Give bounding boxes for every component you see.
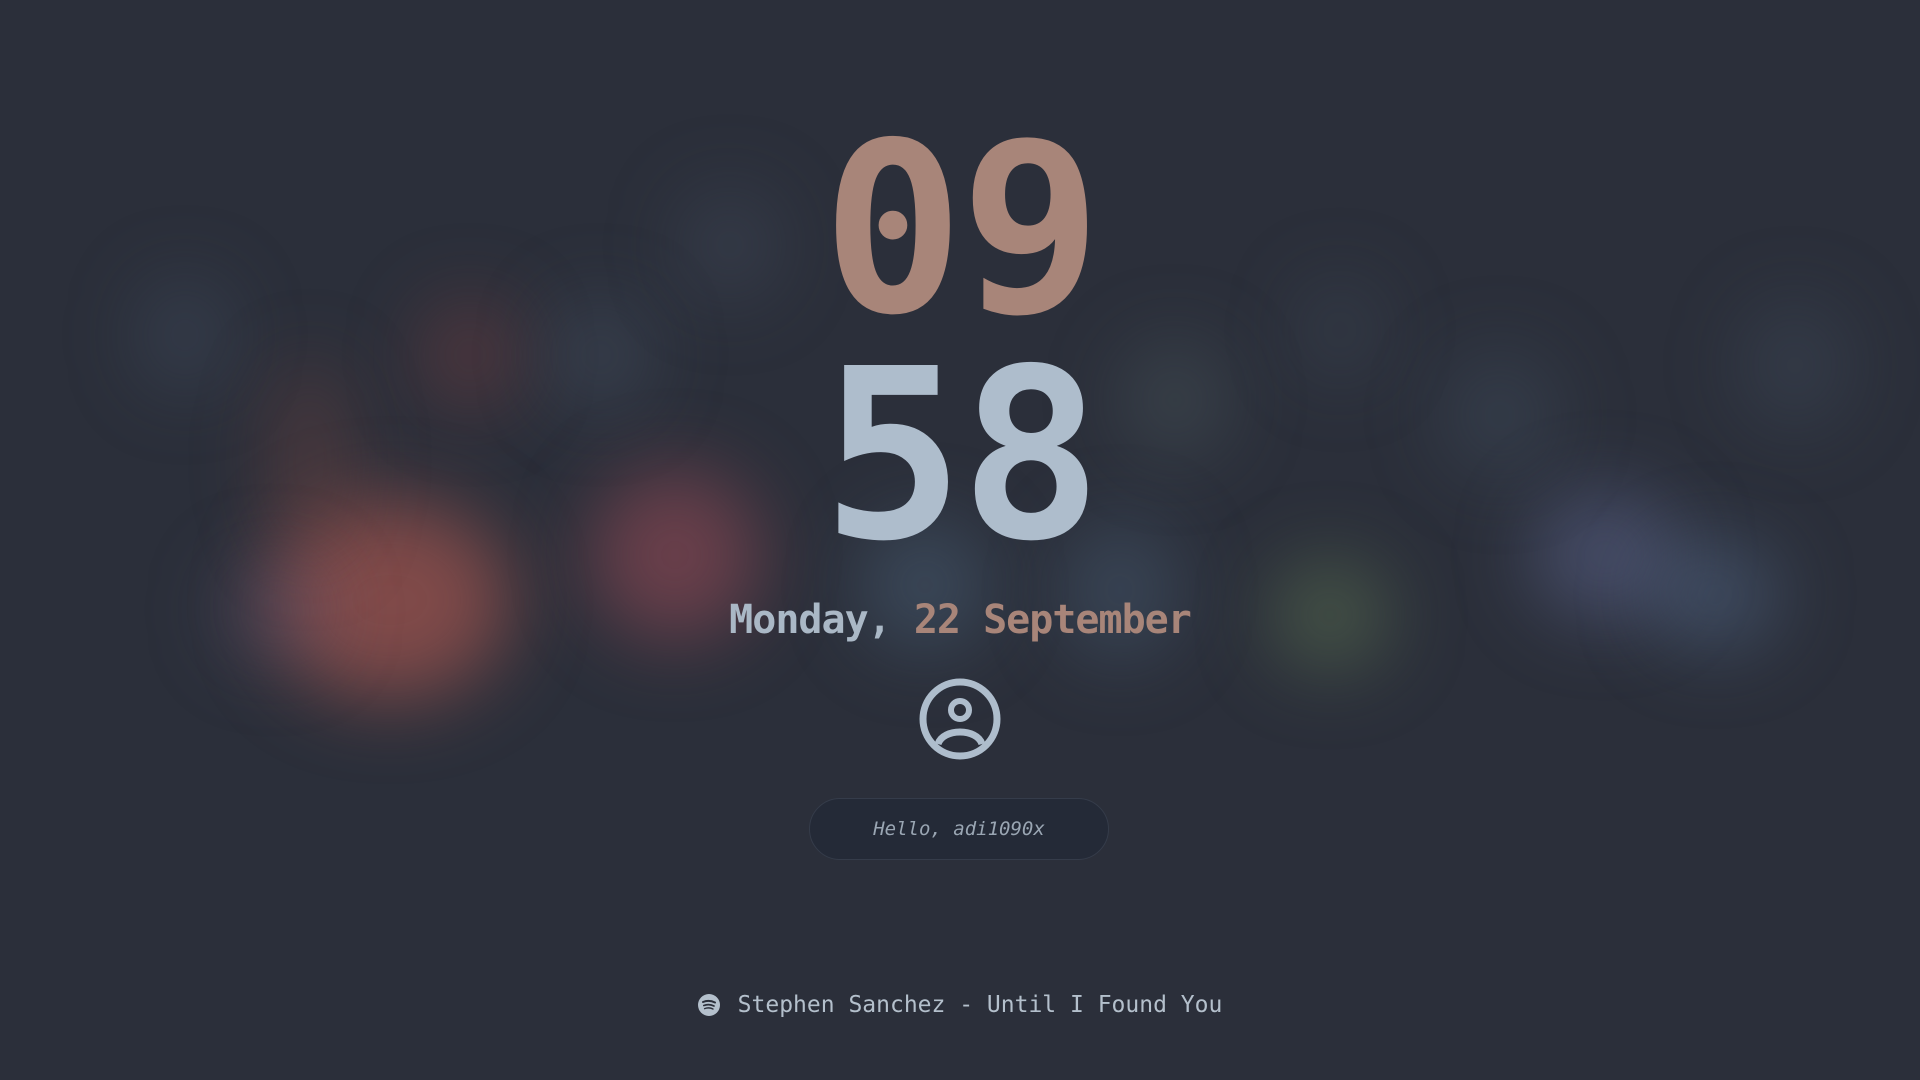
now-playing: Stephen Sanchez - Until I Found You	[0, 988, 1920, 1022]
now-playing-track: Stephen Sanchez - Until I Found You	[737, 992, 1223, 1018]
clock-minutes: 58	[821, 318, 1102, 593]
password-placeholder: Hello, adi1090x	[873, 818, 1045, 840]
spotify-icon	[697, 994, 720, 1016]
date-weekday: Monday,	[729, 597, 892, 643]
password-input[interactable]: Hello, adi1090x	[809, 798, 1109, 860]
date-display: Monday, 22 September	[0, 592, 1920, 648]
clock-hours: 09	[821, 92, 1102, 367]
date-day-month: 22 September	[913, 597, 1192, 643]
user-avatar-icon	[919, 678, 1001, 760]
